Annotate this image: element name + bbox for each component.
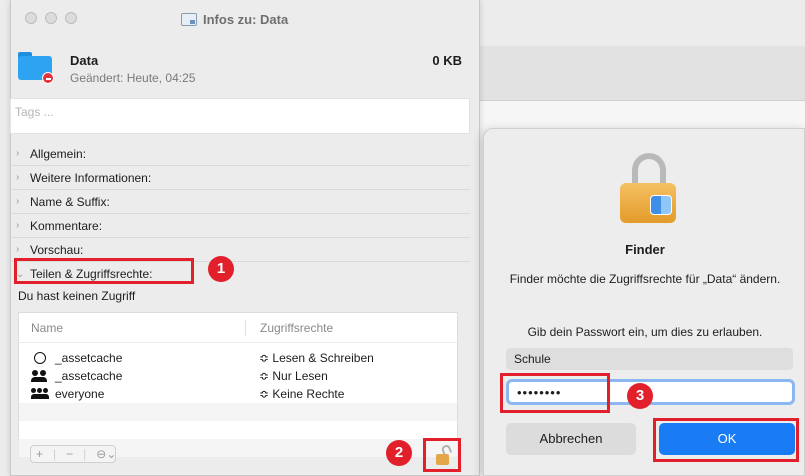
table-row[interactable]: everyone ≎ Keine Rechte (19, 385, 457, 403)
finder-lock-icon (620, 153, 680, 225)
tags-input[interactable]: Tags ... (10, 98, 470, 134)
annotation-box-ok (653, 418, 799, 462)
remove-user-button[interactable]: − (61, 447, 78, 461)
title-bar[interactable]: Infos zu: Data (11, 0, 479, 40)
file-name: Data (70, 53, 99, 68)
permissions-table: Name Zugriffsrechte _assetcache ≎ Lesen … (18, 312, 458, 457)
file-modified: Geändert: Heute, 04:25 (70, 71, 196, 85)
window-title: Infos zu: Data (181, 12, 288, 27)
table-row[interactable]: _assetcache ≎ Nur Lesen (19, 367, 457, 385)
group-icon (31, 370, 49, 382)
info-document-icon (181, 13, 197, 26)
rights-popup[interactable]: ≎ Nur Lesen (245, 369, 328, 383)
cancel-button[interactable]: Abbrechen (506, 423, 636, 455)
section-comments[interactable]: › Kommentare: (12, 214, 470, 238)
minimize-window-button[interactable] (45, 12, 57, 24)
section-general[interactable]: › Allgemein: (12, 142, 470, 166)
username-field[interactable]: Schule (506, 348, 793, 370)
no-access-text: Du hast keinen Zugriff (18, 289, 136, 303)
window-title-text: Infos zu: Data (203, 12, 289, 27)
zoom-window-button[interactable] (65, 12, 77, 24)
annotation-number: 2 (386, 440, 412, 466)
rights-popup[interactable]: ≎ Lesen & Schreiben (245, 351, 374, 365)
annotation-number: 3 (627, 383, 653, 409)
action-menu-button[interactable]: ⊖⌄ (91, 447, 121, 461)
window-controls (25, 12, 77, 24)
chevron-right-icon: › (16, 148, 20, 159)
file-header: Data Geändert: Heute, 04:25 0 KB (14, 46, 464, 96)
chevron-right-icon: › (16, 172, 20, 183)
section-name-extension[interactable]: › Name & Suffix: (12, 190, 470, 214)
annotation-number: 1 (208, 256, 234, 282)
close-window-button[interactable] (25, 12, 37, 24)
permissions-header: Name Zugriffsrechte (19, 313, 457, 343)
empty-row (19, 421, 457, 439)
chevron-right-icon: › (16, 196, 20, 207)
dialog-title: Finder (625, 242, 665, 257)
annotation-box-lock (423, 438, 461, 472)
user-icon (31, 352, 49, 364)
folder-icon (18, 52, 54, 84)
annotation-box-password (500, 373, 610, 413)
annotation-box-sharing (14, 258, 194, 284)
permissions-toolbar: + | − | ⊖⌄ (30, 445, 116, 463)
file-size: 0 KB (432, 53, 462, 68)
section-more-info[interactable]: › Weitere Informationen: (12, 166, 470, 190)
rights-popup[interactable]: ≎ Keine Rechte (245, 387, 344, 401)
dialog-prompt: Gib dein Passwort ein, um dies zu erlaub… (527, 325, 763, 339)
column-header-rights[interactable]: Zugriffsrechte (245, 319, 333, 336)
dialog-message: Finder möchte die Zugriffsrechte für „Da… (509, 272, 781, 286)
chevron-right-icon: › (16, 244, 20, 255)
add-user-button[interactable]: + (31, 447, 48, 461)
chevron-right-icon: › (16, 220, 20, 231)
empty-row (19, 403, 457, 421)
column-header-name[interactable]: Name (19, 321, 245, 335)
background-window-toolbar (470, 46, 805, 101)
table-row[interactable]: _assetcache ≎ Lesen & Schreiben (19, 349, 457, 367)
everyone-icon (31, 388, 49, 400)
no-access-badge-icon (42, 72, 54, 84)
